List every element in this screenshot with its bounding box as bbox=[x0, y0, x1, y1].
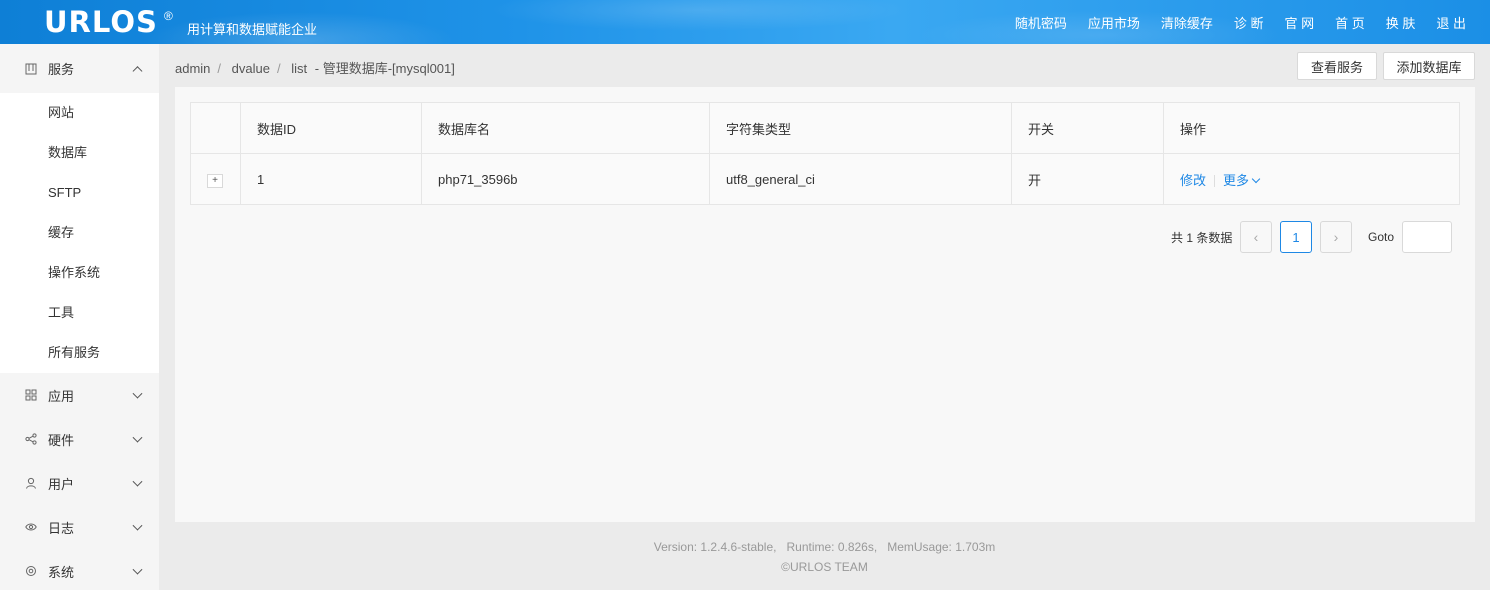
page-button-1[interactable]: 1 bbox=[1280, 221, 1312, 253]
nav-diagnose[interactable]: 诊 断 bbox=[1234, 13, 1264, 32]
sidebar-group-users[interactable]: 用户 bbox=[0, 461, 159, 505]
user-icon bbox=[24, 476, 38, 490]
column-header-id: 数据ID bbox=[240, 102, 422, 154]
sidebar-group-system[interactable]: 系统 bbox=[0, 549, 159, 590]
sidebar-item-database[interactable]: 数据库 bbox=[0, 133, 159, 173]
cell-actions: 修改 更多 bbox=[1163, 153, 1460, 205]
grid-icon bbox=[24, 388, 38, 402]
nav-official-site[interactable]: 官 网 bbox=[1285, 13, 1315, 32]
sidebar-group-label: 系统 bbox=[48, 564, 75, 580]
sidebar-group-label: 日志 bbox=[48, 520, 75, 536]
cell-id: 1 bbox=[240, 153, 422, 205]
cell-switch: 开 bbox=[1011, 153, 1164, 205]
chevron-left-icon: ‹ bbox=[1253, 229, 1259, 245]
column-header-actions: 操作 bbox=[1163, 102, 1460, 154]
breadcrumb: admin / dvalue / list - 管理数据库-[mysql001] bbox=[175, 58, 459, 77]
chevron-down-icon bbox=[132, 476, 143, 487]
goto-input[interactable] bbox=[1402, 221, 1452, 253]
breadcrumb-list[interactable]: list bbox=[291, 61, 307, 76]
nav-logout[interactable]: 退 出 bbox=[1436, 13, 1466, 32]
footer-version: Version: 1.2.4.6-stable, Runtime: 0.826s… bbox=[653, 540, 996, 554]
prev-page-button[interactable]: ‹ bbox=[1240, 221, 1272, 253]
sidebar-item-cache[interactable]: 缓存 bbox=[0, 213, 159, 253]
footer-copyright: ©URLOS TEAM bbox=[781, 560, 868, 574]
database-table: 数据ID 数据库名 字符集类型 开关 操作 + 1 php71_3596b ut… bbox=[190, 102, 1460, 205]
top-header: URLOS ® 用计算和数据赋能企业 随机密码 应用市场 清除缓存 诊 断 官 … bbox=[0, 0, 1490, 44]
more-dropdown[interactable]: 更多 bbox=[1223, 173, 1249, 188]
chevron-up-icon bbox=[132, 65, 143, 76]
breadcrumb-dvalue[interactable]: dvalue bbox=[232, 61, 270, 76]
sidebar-group-label: 服务 bbox=[48, 62, 75, 77]
sidebar-item-sftp[interactable]: SFTP bbox=[0, 173, 159, 213]
registered-mark: ® bbox=[164, 9, 173, 23]
top-nav: 随机密码 应用市场 清除缓存 诊 断 官 网 首 页 换 肤 退 出 bbox=[994, 0, 1466, 44]
expand-row-button[interactable]: + bbox=[207, 173, 223, 188]
table-row: + 1 php71_3596b utf8_general_ci 开 修改 更多 bbox=[190, 153, 1460, 205]
sidebar-group-service[interactable]: 服务 bbox=[0, 44, 159, 93]
sidebar-group-hardware[interactable]: 硬件 bbox=[0, 417, 159, 461]
column-header-charset: 字符集类型 bbox=[709, 102, 1012, 154]
main-panel: 数据ID 数据库名 字符集类型 开关 操作 + 1 php71_3596b ut… bbox=[175, 87, 1475, 522]
sidebar-item-all-services[interactable]: 所有服务 bbox=[0, 333, 159, 373]
share-icon bbox=[24, 432, 38, 446]
sidebar-group-label: 硬件 bbox=[48, 432, 75, 448]
gear-icon bbox=[24, 564, 38, 578]
nav-app-market[interactable]: 应用市场 bbox=[1088, 13, 1140, 32]
nav-home[interactable]: 首 页 bbox=[1335, 13, 1365, 32]
sidebar-item-website[interactable]: 网站 bbox=[0, 93, 159, 133]
chevron-right-icon: › bbox=[1333, 229, 1339, 245]
breadcrumb-separator: / bbox=[276, 61, 281, 76]
nav-random-password[interactable]: 随机密码 bbox=[1015, 13, 1067, 32]
sidebar-item-tools[interactable]: 工具 bbox=[0, 293, 159, 333]
sidebar-group-label: 用户 bbox=[48, 476, 75, 492]
add-database-button[interactable]: 添加数据库 bbox=[1383, 52, 1475, 80]
breadcrumb-admin[interactable]: admin bbox=[175, 61, 210, 76]
total-count: 共 1 条数据 bbox=[1171, 231, 1233, 245]
column-header-switch: 开关 bbox=[1011, 102, 1164, 154]
sidebar-group-apps[interactable]: 应用 bbox=[0, 373, 159, 417]
cell-name: php71_3596b bbox=[421, 153, 710, 205]
chevron-down-icon bbox=[132, 432, 143, 443]
sidebar-submenu-service: 网站 数据库 SFTP 缓存 操作系统 工具 所有服务 bbox=[0, 93, 159, 373]
chevron-down-icon bbox=[1251, 174, 1261, 183]
column-header-expand bbox=[190, 102, 241, 154]
next-page-button[interactable]: › bbox=[1320, 221, 1352, 253]
sidebar-group-label: 应用 bbox=[48, 388, 75, 404]
expand-cell: + bbox=[190, 153, 241, 205]
chevron-down-icon bbox=[132, 564, 143, 575]
service-icon bbox=[24, 62, 38, 76]
chevron-down-icon bbox=[132, 388, 143, 399]
view-services-button[interactable]: 查看服务 bbox=[1297, 52, 1377, 80]
breadcrumb-current: - 管理数据库-[mysql001] bbox=[314, 61, 455, 76]
column-header-name: 数据库名 bbox=[421, 102, 710, 154]
eye-icon bbox=[24, 520, 38, 534]
chevron-down-icon bbox=[132, 520, 143, 531]
logo[interactable]: URLOS bbox=[44, 5, 158, 39]
sidebar: 服务 网站 数据库 SFTP 缓存 操作系统 工具 所有服务 应用 硬件 用户 bbox=[0, 44, 159, 590]
goto-label: Goto bbox=[1368, 230, 1395, 244]
nav-skin[interactable]: 换 肤 bbox=[1386, 13, 1416, 32]
divider bbox=[1214, 175, 1216, 188]
edit-link[interactable]: 修改 bbox=[1180, 173, 1206, 188]
nav-clear-cache[interactable]: 清除缓存 bbox=[1161, 13, 1213, 32]
cell-charset: utf8_general_ci bbox=[709, 153, 1012, 205]
breadcrumb-separator: / bbox=[217, 61, 222, 76]
pagination: 共 1 条数据 ‹ 1 › Goto bbox=[175, 221, 1475, 253]
table-header-row: 数据ID 数据库名 字符集类型 开关 操作 bbox=[190, 102, 1460, 154]
sidebar-group-logs[interactable]: 日志 bbox=[0, 505, 159, 549]
sidebar-item-os[interactable]: 操作系统 bbox=[0, 253, 159, 293]
slogan: 用计算和数据赋能企业 bbox=[187, 22, 318, 37]
